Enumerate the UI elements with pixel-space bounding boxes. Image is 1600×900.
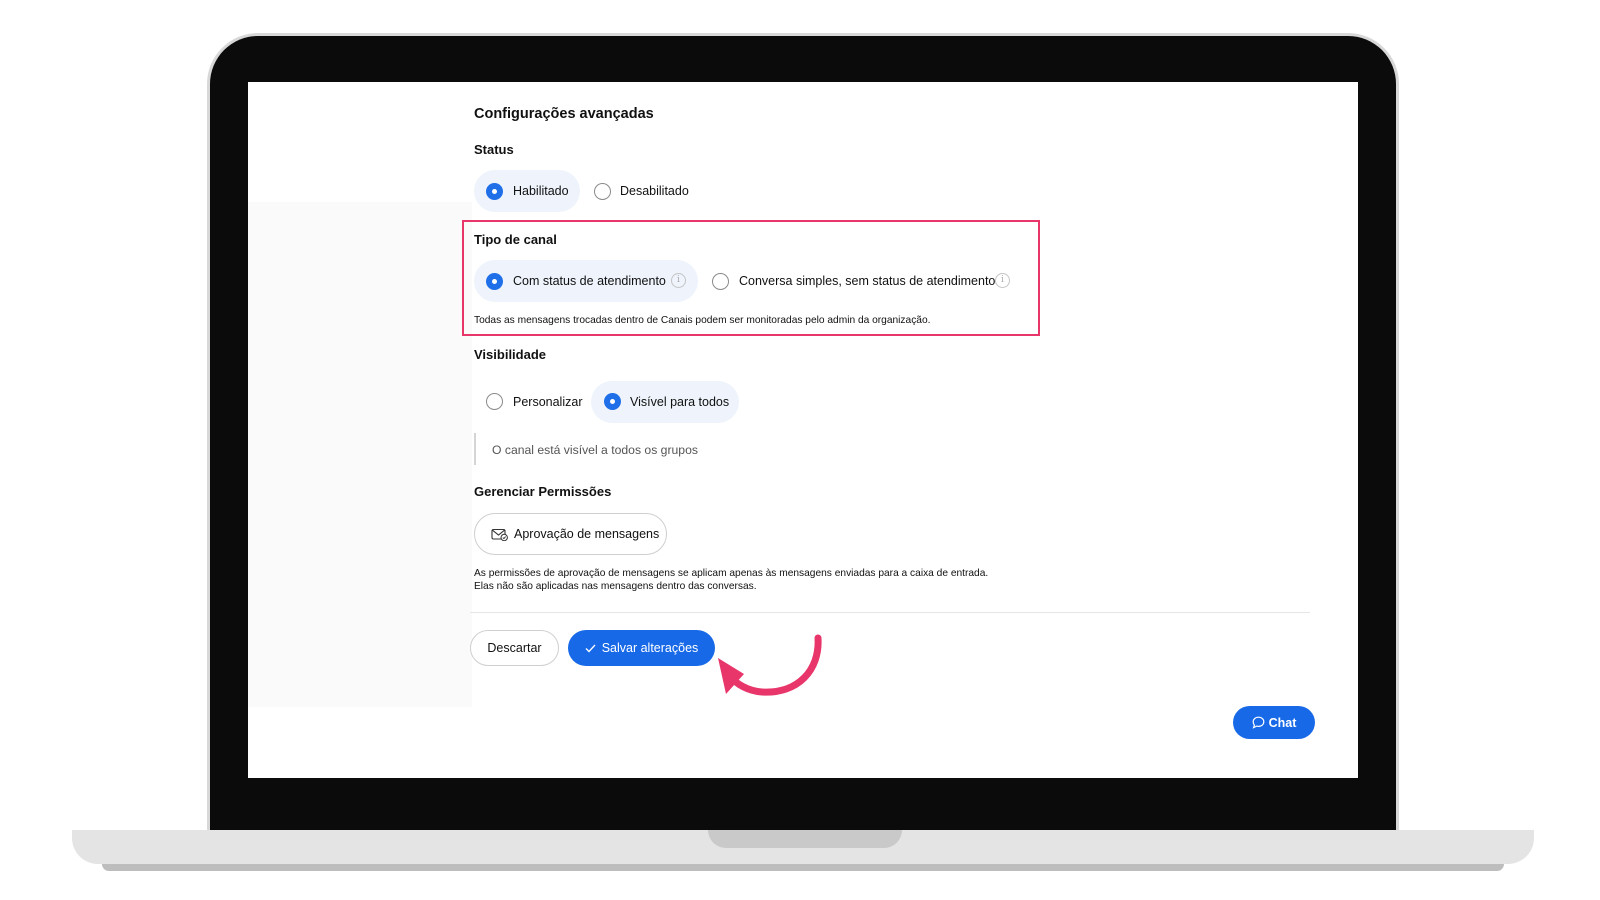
radio-label-conversa-simples: Conversa simples, sem status de atendime… xyxy=(739,274,996,288)
info-icon[interactable]: i xyxy=(671,273,686,288)
visibility-description-bar xyxy=(474,433,476,465)
radio-label-habilitado: Habilitado xyxy=(513,184,569,198)
chat-label: Chat xyxy=(1268,715,1297,730)
laptop-notch xyxy=(708,830,902,848)
radio-label-desabilitado: Desabilitado xyxy=(620,184,689,198)
permissions-note-line1: As permissões de aprovação de mensagens … xyxy=(474,568,989,579)
status-label: Status xyxy=(474,142,514,157)
radio-label-com-status: Com status de atendimento xyxy=(513,274,666,288)
radio-label-personalizar: Personalizar xyxy=(513,395,583,409)
info-icon[interactable]: i xyxy=(995,273,1010,288)
radio-selected-icon[interactable] xyxy=(486,273,503,290)
radio-unselected-icon[interactable] xyxy=(486,393,503,410)
chat-bubble-icon xyxy=(1252,716,1265,729)
chat-button[interactable]: Chat xyxy=(1233,706,1315,739)
save-label: Salvar alterações xyxy=(601,641,699,655)
radio-selected-icon[interactable] xyxy=(604,393,621,410)
screen: Configurações avançadas Status Habilitad… xyxy=(248,82,1358,778)
discard-button[interactable]: Descartar xyxy=(470,630,559,666)
radio-selected-icon[interactable] xyxy=(486,183,503,200)
curved-arrow-icon xyxy=(718,634,822,696)
page-title: Configurações avançadas xyxy=(474,106,654,122)
radio-label-visivel-todos: Visível para todos xyxy=(630,395,730,409)
check-icon xyxy=(585,644,596,652)
channel-type-note: Todas as mensagens trocadas dentro de Ca… xyxy=(474,315,931,326)
message-approval-label: Aprovação de mensagens xyxy=(514,527,660,541)
footer-divider xyxy=(470,612,1310,613)
save-button[interactable]: Salvar alterações xyxy=(568,630,715,666)
laptop-base-shadow xyxy=(102,864,1504,871)
radio-unselected-icon[interactable] xyxy=(594,183,611,200)
left-pane xyxy=(248,202,472,707)
message-approval-button[interactable]: Aprovação de mensagens xyxy=(474,513,667,555)
permissions-label: Gerenciar Permissões xyxy=(474,484,612,499)
visibility-label: Visibilidade xyxy=(474,347,547,362)
radio-unselected-icon[interactable] xyxy=(712,273,729,290)
channel-type-label: Tipo de canal xyxy=(474,232,557,247)
envelope-check-icon xyxy=(491,528,508,541)
permissions-note-line2: Elas não são aplicadas nas mensagens den… xyxy=(474,581,757,592)
discard-label: Descartar xyxy=(487,641,542,655)
visibility-description: O canal está visível a todos os grupos xyxy=(492,443,698,457)
